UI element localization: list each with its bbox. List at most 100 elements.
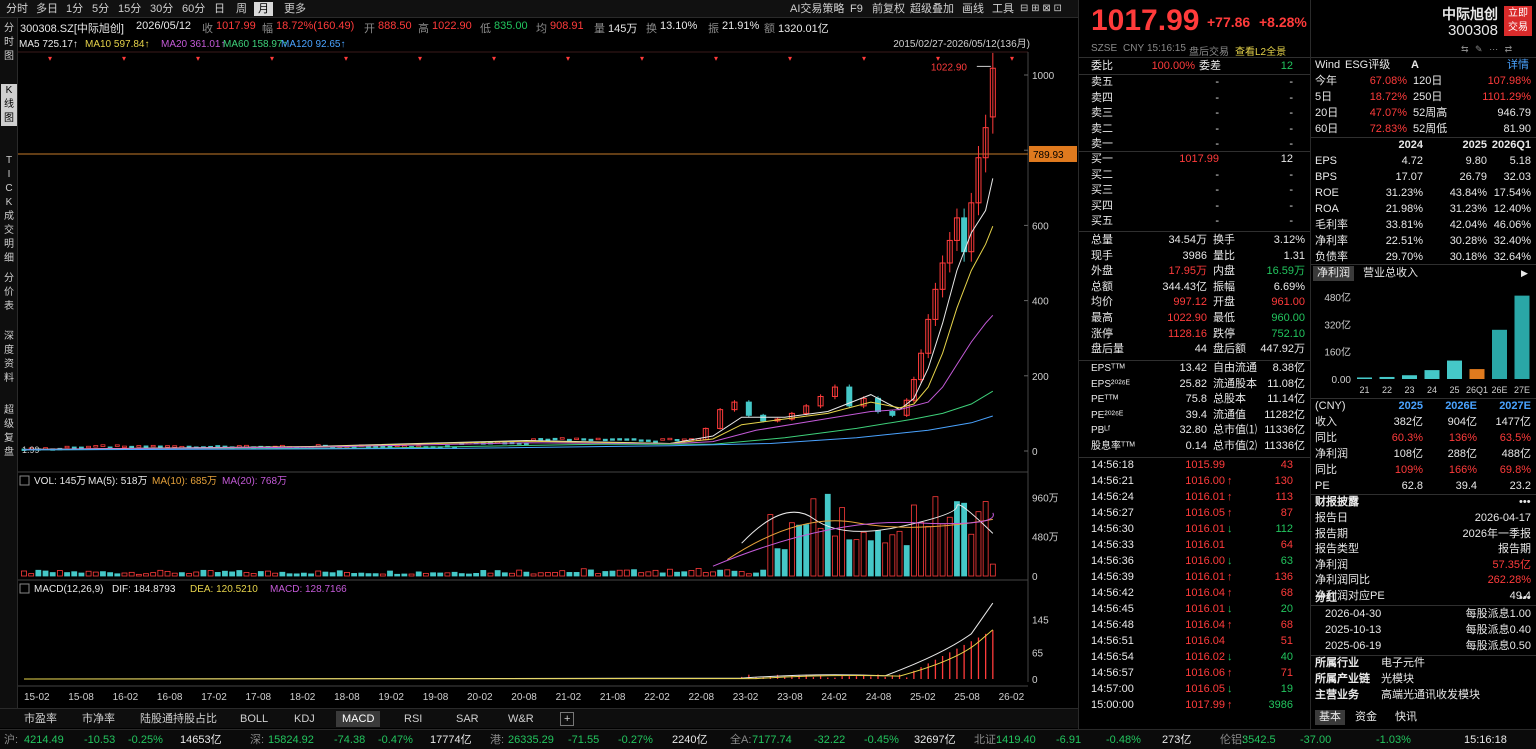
esg-detail-link[interactable]: 详情: [1507, 58, 1529, 73]
vol-bar: [49, 572, 56, 577]
period-tab-day[interactable]: 日: [210, 2, 229, 16]
top-marker: ▾: [640, 54, 644, 63]
price-candle: [129, 445, 135, 449]
indicator-tab-5[interactable]: MACD: [336, 711, 381, 727]
mini-bar: [1424, 370, 1440, 379]
amp-label: 振: [708, 23, 719, 35]
stat-value: 752.10: [1271, 327, 1305, 340]
status-item: 7177.74: [752, 734, 792, 746]
vol-bar: [351, 573, 358, 577]
net-profit-tab[interactable]: 净利润: [1313, 266, 1354, 281]
period-tab-5m[interactable]: 5分: [88, 2, 113, 16]
overlay-button[interactable]: 超级叠加: [910, 2, 954, 16]
left-nav-tab-5[interactable]: 深度资料: [1, 330, 17, 386]
dividend-more-icon[interactable]: •••: [1519, 591, 1531, 606]
period-tab-fenshi[interactable]: 分时: [2, 2, 32, 16]
fundamentals-tab-0[interactable]: 基本: [1315, 710, 1345, 725]
tools-button[interactable]: 工具: [992, 2, 1014, 16]
mini-x-tick: 25: [1449, 385, 1459, 395]
left-nav-tab-2[interactable]: TICK: [1, 154, 17, 210]
fundamentals-tab-2[interactable]: 快讯: [1391, 710, 1421, 725]
status-item: -0.48%: [1106, 734, 1141, 746]
left-nav-tab-3[interactable]: 成交明细: [1, 210, 17, 266]
tick-time: 14:56:57: [1091, 667, 1134, 679]
divider: [1311, 264, 1536, 265]
fundamentals-tab-1[interactable]: 资金: [1351, 710, 1381, 725]
status-item: -10.53: [84, 734, 116, 746]
period-tab-30m[interactable]: 30分: [146, 2, 177, 16]
tick-volume: 87: [1280, 507, 1293, 519]
perf-value: 67.08%: [1369, 75, 1407, 87]
left-nav-tab-6[interactable]: 超级复盘: [1, 404, 17, 460]
left-nav-tab-0[interactable]: 分时图: [1, 22, 17, 64]
trade-now-button[interactable]: 立即 交易: [1504, 6, 1532, 36]
price-candle: [215, 445, 221, 448]
window-controls[interactable]: ⊟ ⊞ ⊠ ⊡: [1020, 2, 1062, 16]
metric-value: 32.03: [1503, 171, 1531, 183]
status-item: 26335.29: [508, 734, 554, 746]
indicator-tab-4[interactable]: KDJ: [288, 711, 321, 727]
period-tab-multiday[interactable]: 多日: [32, 2, 62, 16]
vol-bar: [760, 569, 767, 577]
price-candle: [538, 438, 544, 441]
indicator-tab-6[interactable]: RSI: [398, 711, 428, 727]
indicator-tab-2[interactable]: 陆股通持股占比: [134, 711, 223, 727]
price-candle: [631, 438, 637, 441]
tick-direction: ↓: [1227, 555, 1233, 567]
tick-price: 1016.06: [1185, 667, 1225, 679]
indicator-tab-0[interactable]: 市盈率: [18, 711, 63, 727]
expand-icon[interactable]: »: [1297, 360, 1303, 371]
vol-bar: [466, 573, 472, 577]
period-tab-1m[interactable]: 1分: [62, 2, 87, 16]
vol-bar: [602, 571, 609, 577]
divider: [1311, 605, 1536, 606]
ai-strategy-button[interactable]: AI交易策略: [790, 2, 844, 16]
indicator-tab-3[interactable]: BOLL: [234, 711, 274, 727]
forecast-value: 166%: [1448, 464, 1477, 476]
x-tick-label: 24-08: [866, 692, 892, 703]
divider: [1079, 57, 1311, 58]
amt-label: 额: [764, 23, 775, 35]
vol-bar: [229, 571, 236, 577]
period-tab-60m[interactable]: 60分: [178, 2, 209, 16]
period-tab-month[interactable]: 月: [254, 2, 273, 16]
left-nav-tab-4[interactable]: 分价表: [1, 272, 17, 314]
vol-bar: [631, 569, 637, 577]
status-item: 3542.5: [1242, 734, 1276, 746]
period-tab-more[interactable]: 更多: [280, 2, 310, 16]
quote-meta-4[interactable]: 查看L2全景: [1235, 43, 1286, 58]
x-tick-label: 26-02: [999, 692, 1025, 703]
perf-label: 60日: [1315, 123, 1339, 135]
toolbar-icons[interactable]: ⇆ ✎ ⋯ ⇄: [1461, 44, 1514, 55]
period-tab-week[interactable]: 周: [232, 2, 251, 16]
period-tab-15m[interactable]: 15分: [114, 2, 145, 16]
add-indicator-button[interactable]: +: [560, 712, 575, 726]
vol-tick-label: 960万: [1032, 493, 1059, 504]
vol-ma20: MA(20): 768万: [222, 476, 287, 487]
macd-tick-label: 0: [1032, 675, 1038, 686]
mini-x-tick: 24: [1427, 385, 1437, 395]
vol-bar: [480, 570, 487, 577]
kline-chart-area[interactable]: MA5 725.17↑ MA10 597.84↑ MA20 361.01↑ MA60 …: [18, 36, 1078, 710]
left-nav-tab-1[interactable]: K线图: [1, 84, 17, 126]
price-tick-label: 1000: [1032, 71, 1055, 82]
status-item: 15:16:18: [1464, 734, 1507, 746]
indicator-tab-1[interactable]: 市净率: [76, 711, 121, 727]
mini-bar: [1402, 375, 1417, 379]
metric-value: 29.70%: [1385, 251, 1423, 263]
kline-chart-svg[interactable]: MA5 725.17↑ MA10 597.84↑ MA20 361.01↑MA60 …: [18, 36, 1078, 710]
indicator-tab-7[interactable]: SAR: [450, 711, 485, 727]
chart-toggle-icon[interactable]: ▶: [1521, 266, 1528, 281]
forecast-header: 2026E: [1445, 400, 1477, 412]
perf-value: 1101.29%: [1482, 91, 1531, 103]
tick-volume: 19: [1280, 683, 1293, 695]
adjust-button[interactable]: 前复权: [872, 2, 905, 16]
f9-button[interactable]: F9: [850, 2, 863, 16]
stat2-value: 11336亿: [1264, 424, 1305, 437]
indicator-tab-8[interactable]: W&R: [502, 711, 540, 727]
stat2-value: 25.82: [1179, 377, 1207, 390]
quote-meta-1: CNY: [1123, 43, 1145, 54]
report-more-icon[interactable]: •••: [1519, 495, 1531, 510]
revenue-tab[interactable]: 营业总收入: [1363, 266, 1418, 281]
draw-line-button[interactable]: 画线: [962, 2, 984, 16]
